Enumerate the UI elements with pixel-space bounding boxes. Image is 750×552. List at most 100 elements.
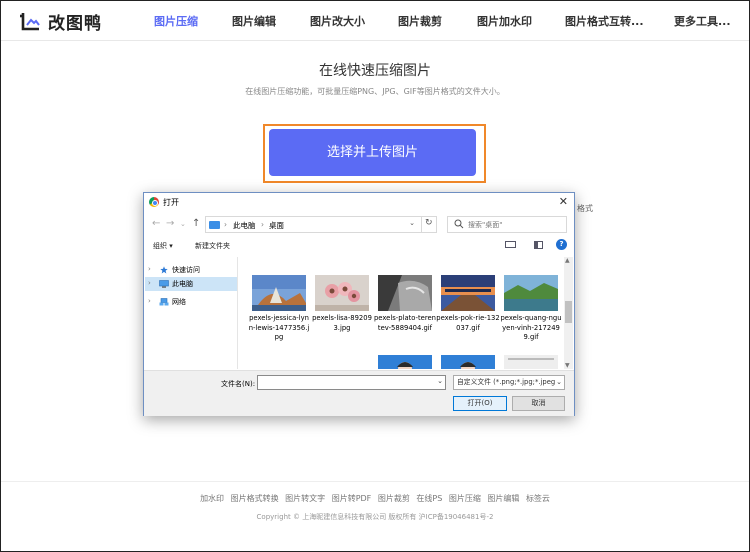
dialog-bottom-bar: 文件名(N): ⌄ 自定义文件 (*.png;*.jpg;*.jpeg ⌄ 打开… bbox=[144, 370, 574, 416]
logo-icon bbox=[20, 12, 40, 30]
search-placeholder: 搜索"桌面" bbox=[468, 221, 503, 229]
image-thumbnail bbox=[315, 275, 369, 311]
refresh-icon: ↻ bbox=[425, 218, 433, 228]
tree-item-this-pc[interactable]: › 此电脑 bbox=[145, 277, 237, 291]
file-item[interactable]: pexels-lisa-892093.jpg bbox=[310, 257, 372, 347]
footer-links: 加水印 图片格式转换 图片转文字 图片转PDF 图片裁剪 在线PS 图片压缩 图… bbox=[0, 493, 750, 504]
forward-arrow-icon[interactable]: → bbox=[166, 218, 174, 229]
nav-image-compress[interactable]: 图片压缩 bbox=[154, 13, 198, 29]
page-subtitle: 在线图片压缩功能，可批量压缩PNG、JPG、GIF等图片格式的文件大小。 bbox=[245, 87, 505, 96]
footer-link[interactable]: 标签云 bbox=[526, 494, 550, 503]
scroll-up-icon[interactable]: ▲ bbox=[565, 257, 570, 264]
file-item[interactable]: pexels-pok-rie-132037.gif bbox=[436, 257, 500, 347]
dialog-titlebar[interactable]: 打开 ✕ bbox=[144, 193, 574, 211]
chevron-down-icon[interactable]: ⌄ bbox=[556, 376, 562, 389]
tree-label: 此电脑 bbox=[172, 280, 193, 288]
footer-divider bbox=[1, 481, 749, 482]
page-title: 在线快速压缩图片 bbox=[319, 63, 431, 79]
file-list: pexels-jessica-lynn-lewis-1477356.jpg pe… bbox=[239, 257, 564, 369]
file-item[interactable]: pexels-jessica-lynn-lewis-1477356.jpg bbox=[247, 257, 309, 347]
file-name: pexels-quang-nguyen-vinh-2172499.gif bbox=[500, 314, 562, 341]
refresh-button[interactable]: ↻ bbox=[421, 216, 437, 233]
file-name: pexels-plato-terentev-5889404.gif bbox=[373, 314, 436, 332]
search-input[interactable]: 搜索"桌面" bbox=[447, 216, 567, 233]
help-icon[interactable]: ? bbox=[556, 239, 567, 250]
up-arrow-icon[interactable]: ↑ bbox=[192, 218, 200, 229]
open-file-dialog: 打开 ✕ ← → ⌄ ↑ › 此电脑 › 桌面 ⌄ ↻ 搜索"桌面" 组织 ▾ … bbox=[143, 192, 575, 416]
chrome-icon bbox=[149, 197, 159, 207]
format-hint: 格式 bbox=[577, 204, 593, 213]
network-icon bbox=[159, 298, 169, 306]
nav-image-crop[interactable]: 图片裁剪 bbox=[398, 13, 442, 29]
star-icon bbox=[160, 266, 168, 274]
tree-label: 网络 bbox=[172, 298, 186, 306]
footer-link[interactable]: 加水印 bbox=[200, 494, 224, 503]
address-row: ← → ⌄ ↑ › 此电脑 › 桌面 ⌄ ↻ 搜索"桌面" bbox=[144, 215, 574, 235]
path-separator-icon: › bbox=[224, 220, 227, 229]
image-thumbnail bbox=[504, 275, 558, 311]
file-name: pexels-pok-rie-132037.gif bbox=[436, 314, 500, 332]
image-thumbnail bbox=[441, 275, 495, 311]
pc-icon bbox=[209, 221, 220, 229]
close-icon[interactable]: ✕ bbox=[559, 195, 568, 208]
navigation-pane: › 快速访问 › 此电脑 › 网络 bbox=[145, 257, 238, 369]
upload-button[interactable]: 选择并上传图片 bbox=[269, 129, 476, 176]
scroll-thumb[interactable] bbox=[565, 301, 572, 323]
address-bar[interactable]: › 此电脑 › 桌面 ⌄ bbox=[205, 216, 437, 233]
expand-icon[interactable]: › bbox=[148, 279, 151, 287]
preview-pane-icon[interactable] bbox=[534, 241, 543, 249]
top-header: 改图鸭 图片压缩 图片编辑 图片改大小 图片裁剪 图片加水印 图片格式互转...… bbox=[1, 1, 749, 41]
footer-link[interactable]: 在线PS bbox=[416, 494, 442, 503]
footer-link[interactable]: 图片格式转换 bbox=[231, 494, 279, 503]
footer-link[interactable]: 图片转PDF bbox=[332, 494, 372, 503]
footer-link[interactable]: 图片裁剪 bbox=[378, 494, 410, 503]
image-thumbnail bbox=[441, 355, 495, 369]
logo[interactable]: 改图鸭 bbox=[19, 9, 102, 34]
file-item[interactable]: pexels-plato-terentev-5889404.gif bbox=[373, 257, 436, 347]
path-separator-icon: › bbox=[261, 220, 264, 229]
cancel-button[interactable]: 取消 bbox=[512, 396, 565, 411]
filename-input[interactable]: ⌄ bbox=[257, 375, 446, 390]
chevron-down-icon[interactable]: ⌄ bbox=[437, 377, 443, 385]
nav-image-resize[interactable]: 图片改大小 bbox=[310, 13, 365, 29]
scroll-down-icon[interactable]: ▼ bbox=[565, 362, 570, 369]
back-arrow-icon[interactable]: ← bbox=[152, 218, 160, 229]
dialog-title: 打开 bbox=[163, 198, 179, 207]
logo-text: 改图鸭 bbox=[48, 14, 102, 34]
file-item[interactable] bbox=[499, 355, 561, 369]
filetype-select[interactable]: 自定义文件 (*.png;*.jpg;*.jpeg ⌄ bbox=[453, 375, 565, 390]
file-item[interactable] bbox=[373, 355, 435, 369]
search-icon bbox=[454, 219, 464, 229]
tree-item-network[interactable]: › 网络 bbox=[145, 295, 237, 309]
image-thumbnail bbox=[252, 275, 306, 311]
footer-link[interactable]: 图片编辑 bbox=[487, 494, 519, 503]
open-button[interactable]: 打开(O) bbox=[453, 396, 507, 411]
tree-label: 快速访问 bbox=[172, 266, 200, 274]
file-item[interactable] bbox=[436, 355, 498, 369]
pc-icon bbox=[159, 280, 169, 288]
view-options-icon[interactable] bbox=[505, 241, 516, 248]
footer-link[interactable]: 图片压缩 bbox=[449, 494, 481, 503]
file-name: pexels-lisa-892093.jpg bbox=[312, 314, 372, 332]
organize-button[interactable]: 组织 ▾ bbox=[153, 241, 173, 251]
path-segment-pc[interactable]: 此电脑 bbox=[233, 220, 256, 231]
tree-item-quick-access[interactable]: › 快速访问 bbox=[145, 263, 237, 277]
new-folder-button[interactable]: 新建文件夹 bbox=[195, 241, 230, 251]
nav-image-watermark[interactable]: 图片加水印 bbox=[477, 13, 532, 29]
nav-image-edit[interactable]: 图片编辑 bbox=[232, 13, 276, 29]
image-thumbnail bbox=[378, 275, 432, 311]
expand-icon[interactable]: › bbox=[148, 297, 151, 305]
footer-link[interactable]: 图片转文字 bbox=[285, 494, 325, 503]
address-dropdown-icon[interactable]: ⌄ bbox=[409, 219, 415, 227]
recent-dropdown-icon[interactable]: ⌄ bbox=[180, 220, 186, 228]
nav-format-convert[interactable]: 图片格式互转... bbox=[565, 13, 644, 29]
filetype-value: 自定义文件 (*.png;*.jpg;*.jpeg bbox=[457, 378, 556, 386]
image-thumbnail bbox=[378, 355, 432, 369]
file-item[interactable]: pexels-quang-nguyen-vinh-2172499.gif bbox=[499, 257, 562, 347]
nav-more-tools[interactable]: 更多工具... bbox=[674, 13, 731, 29]
file-list-scrollbar[interactable]: ▲ ▼ bbox=[564, 257, 573, 369]
image-thumbnail bbox=[504, 355, 558, 369]
dialog-toolbar: 组织 ▾ 新建文件夹 ? bbox=[144, 238, 574, 254]
expand-icon[interactable]: › bbox=[148, 265, 151, 273]
path-segment-desktop[interactable]: 桌面 bbox=[269, 220, 284, 231]
